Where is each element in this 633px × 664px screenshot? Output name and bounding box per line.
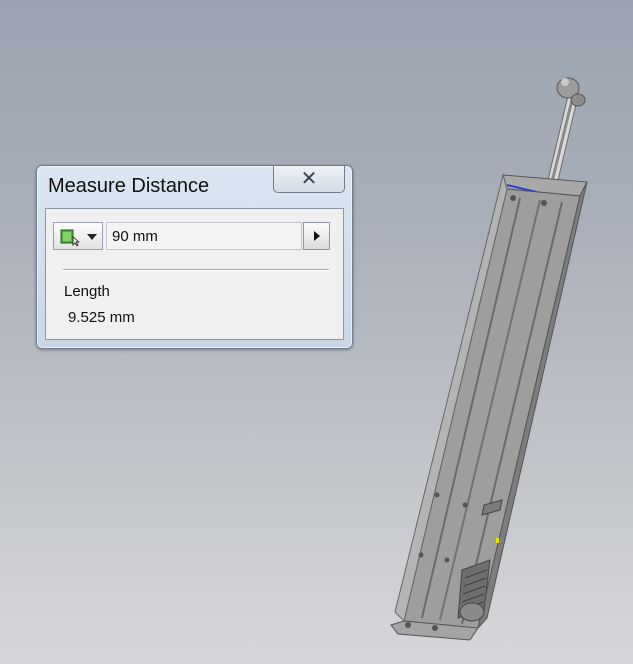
play-arrow-icon xyxy=(314,231,320,241)
divider xyxy=(63,269,329,271)
bolt-head xyxy=(510,195,516,201)
rod-end-highlight xyxy=(561,78,569,86)
close-button[interactable]: ✕ xyxy=(273,166,345,193)
bolt-head xyxy=(432,625,438,631)
chevron-down-icon xyxy=(87,234,97,240)
bolt-head xyxy=(541,200,547,206)
selection-mode-dropdown[interactable] xyxy=(53,222,103,250)
distance-value-field[interactable]: 90 mm xyxy=(106,222,302,250)
dialog-body: 90 mm Length 9.525 mm xyxy=(45,208,344,340)
result-value: 9.525 mm xyxy=(68,309,135,326)
gear-wheel xyxy=(459,602,485,622)
bolt-head xyxy=(418,552,424,558)
piston-rod-shadow xyxy=(551,98,574,180)
dialog-title: Measure Distance xyxy=(48,175,210,197)
actuator-body-front xyxy=(403,188,581,629)
bolt-head xyxy=(462,502,468,508)
bolt-head xyxy=(444,557,450,563)
close-icon: ✕ xyxy=(300,166,318,190)
marker-point xyxy=(496,538,499,543)
rod-end-clevis xyxy=(570,93,586,107)
result-label: Length xyxy=(64,283,110,300)
measure-distance-dialog: Measure Distance ✕ 90 mm Length 9.525 mm xyxy=(36,165,353,349)
expand-button[interactable] xyxy=(303,222,330,250)
select-priority-icon xyxy=(60,229,80,246)
bolt-head xyxy=(405,622,411,628)
bolt-head xyxy=(434,492,440,498)
